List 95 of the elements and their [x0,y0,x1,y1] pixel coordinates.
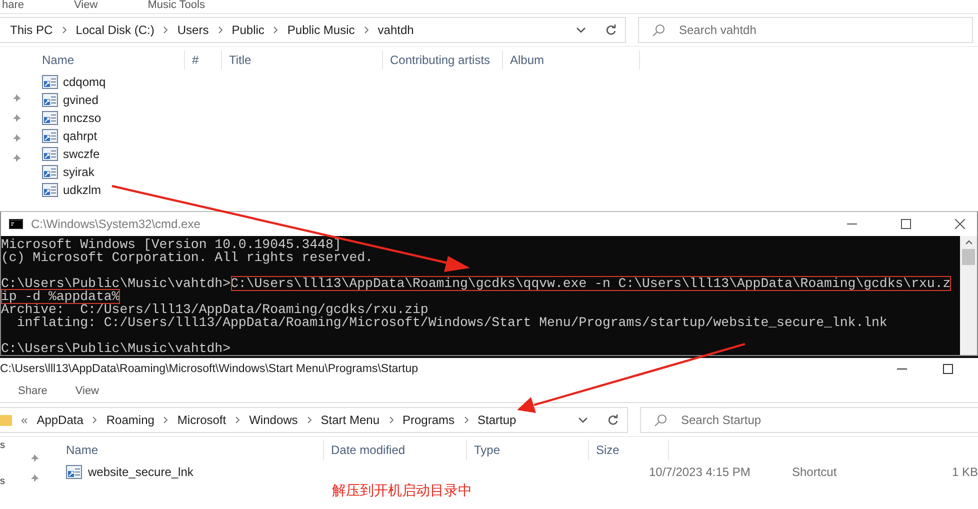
nav-item[interactable]: s [0,477,5,487]
scrollbar[interactable] [960,236,977,355]
console-text: C:\Users\Public\Music\vahtdh> [1,341,230,355]
console-text: Archive: C:/Users/lll13/AppData/Roaming/gcdks/rxu.zip [1,302,428,317]
search-field[interactable]: Search vahtdh [638,17,973,43]
pin-icon[interactable] [12,113,22,123]
shortcut-file-icon [42,147,58,161]
refresh-button[interactable] [598,407,628,433]
scrollbar-thumb[interactable] [962,249,975,265]
shortcut-file-icon [42,129,58,143]
shortcut-file-icon [42,111,58,125]
file-row[interactable]: udkzlm [42,181,122,199]
pin-icon[interactable] [12,153,22,163]
breadcrumb-item[interactable]: Public Music [287,23,355,37]
address-bar[interactable]: « AppData Roaming Microsoft Windows Start Menu Programs Startup [0,407,599,433]
chevron-right-icon [62,26,67,34]
search-field[interactable]: Search Startup [640,407,978,433]
breadcrumb-item[interactable]: Programs [402,413,455,427]
breadcrumb-item[interactable]: Windows [249,413,298,427]
chevron-right-icon [306,416,312,424]
file-row[interactable]: syirak [42,163,122,181]
pin-icon[interactable] [30,453,40,463]
breadcrumb-item[interactable]: Users [177,23,209,37]
table-cell-text: 1 KB [950,465,978,479]
file-row[interactable]: nnczso [42,109,122,127]
chevron-right-icon [388,416,394,424]
breadcrumb-overflow[interactable]: « [21,413,28,427]
annotation-text: 解压到开机启动目录中 [332,481,472,499]
shortcut-file-icon [66,465,82,479]
column-header[interactable]: Type [467,440,589,460]
chevron-down-icon[interactable] [578,417,588,423]
window-title: C:\Windows\System32\cmd.exe [31,217,200,231]
pin-icon[interactable] [12,133,22,143]
column-header[interactable]: Name [42,50,185,70]
column-header[interactable]: Album [503,50,640,70]
chevron-down-icon[interactable] [576,27,586,33]
console-text: C:\Users\lll13\AppData\Roaming\gcdks\qqvw.exe -n C:\Users\lll13\AppData\Roaming\gcdks\rxu.z [230,276,951,291]
column-header[interactable]: Size [589,440,669,460]
column-header[interactable]: Date modified [324,440,467,460]
console-icon [9,219,23,229]
breadcrumb-item[interactable]: Startup [478,413,516,427]
chevron-right-icon [163,416,168,424]
ribbon-tab[interactable]: Music Tools [148,0,205,13]
caret-up-icon[interactable] [964,240,972,245]
breadcrumb-item[interactable]: Start Menu [320,413,380,427]
maximize-icon[interactable] [943,364,953,374]
breadcrumb-item[interactable]: vahtdh [378,23,414,37]
column-header[interactable]: # [185,50,222,70]
table-cell-text: Shortcut [791,465,838,479]
pin-icon[interactable] [12,93,22,103]
chevron-right-icon [273,26,278,34]
breadcrumb-item[interactable]: Microsoft [177,413,226,427]
nav-item[interactable]: s [0,441,5,451]
chevron-right-icon [364,26,369,34]
console-text: ip -d %appdata% [1,289,120,304]
folder-icon [0,413,12,427]
refresh-button[interactable] [596,17,626,43]
ribbon-tab[interactable]: View [74,0,98,13]
file-row[interactable]: gvined [42,91,122,109]
ribbon-tab[interactable]: hare [2,0,24,13]
maximize-icon[interactable] [901,219,911,229]
console-text: (c) Microsoft Corporation. All rights reserved. [1,250,373,265]
breadcrumb-item[interactable]: This PC [10,23,53,37]
shortcut-file-icon [42,165,58,179]
chevron-right-icon [163,26,168,34]
refresh-icon [606,414,618,426]
console-text: inflating: C:/Users/lll13/AppData/Roaming/Microsoft/Windows/Start Menu/Programs/startup/website_secure_lnk.lnk [16,315,888,330]
chevron-right-icon [92,416,98,424]
console-text: C:\Users\Public\Music\vahtdh> [1,276,230,291]
column-header[interactable]: Title [222,50,383,70]
console-text: Microsoft Windows [Version 10.0.19045.3448] [1,237,342,252]
window-title: C:\Users\lll13\AppData\Roaming\Microsoft\Windows\Start Menu\Programs\Startup [0,363,418,375]
table-cell-text: 10/7/2023 4:15 PM [648,465,752,479]
breadcrumb-item[interactable]: AppData [36,413,84,427]
address-bar[interactable]: This PC Local Disk (C:) Users Public Public Music vahtdh [0,17,597,43]
ribbon-tab[interactable]: View [75,386,100,396]
chevron-right-icon [235,416,240,424]
chevron-right-icon [464,416,469,424]
pin-icon[interactable] [30,473,40,483]
breadcrumb-item[interactable]: Local Disk (C:) [76,23,154,37]
ribbon-tab[interactable]: Share [18,386,48,396]
column-header[interactable]: Contributing artists [383,50,503,70]
shortcut-file-icon [42,93,58,107]
breadcrumb-item[interactable]: Roaming [106,413,154,427]
file-row[interactable]: cdqomq [42,73,122,91]
shortcut-file-icon [42,183,58,197]
column-header[interactable]: Name [66,440,324,460]
file-name-cell[interactable]: website_secure_lnk [66,465,194,479]
file-row[interactable]: swczfe [42,145,122,163]
chevron-right-icon [218,26,223,34]
close-icon[interactable] [955,219,965,229]
file-row[interactable]: qahrpt [42,127,122,145]
breadcrumb-item[interactable]: Public [232,23,264,37]
refresh-icon [604,24,616,36]
shortcut-file-icon [42,75,58,89]
